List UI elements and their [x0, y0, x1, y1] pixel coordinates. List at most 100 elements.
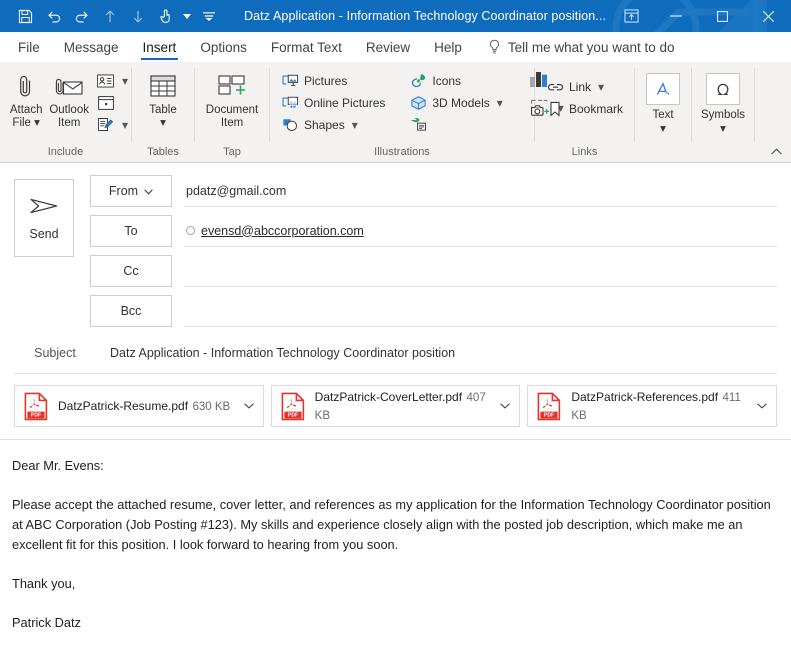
document-item-button[interactable]: Document Item: [197, 68, 267, 130]
smartart-button[interactable]: [406, 114, 505, 135]
cc-value[interactable]: [184, 255, 777, 287]
business-card-dropdown-icon[interactable]: ▾: [122, 74, 128, 88]
to-button[interactable]: To: [90, 215, 172, 247]
attachment-name: DatzPatrick-References.pdf: [571, 390, 719, 404]
pdf-file-icon: PDF: [280, 391, 306, 421]
attach-file-button[interactable]: Attach File ▾: [6, 68, 46, 130]
outlook-item-button[interactable]: Outlook Item: [46, 68, 92, 130]
body-signature: Patrick Datz: [12, 615, 81, 630]
body-greeting: Dear Mr. Evens:: [12, 458, 104, 473]
chevron-down-icon[interactable]: [754, 403, 770, 409]
collapse-ribbon-button[interactable]: [767, 142, 785, 160]
link-dropdown-icon[interactable]: ▾: [598, 80, 604, 94]
bcc-value[interactable]: [184, 295, 777, 327]
maximize-button[interactable]: [699, 0, 745, 32]
bookmark-button[interactable]: Bookmark: [543, 98, 626, 119]
message-body[interactable]: Dear Mr. Evens: Please accept the attach…: [0, 440, 791, 633]
ribbon-group-tables: Table ▾ Tables: [132, 62, 194, 162]
tab-insert[interactable]: Insert: [131, 32, 189, 62]
link-button[interactable]: Link ▾: [543, 76, 626, 97]
attachment-item[interactable]: PDF DatzPatrick-References.pdf 411 KB: [527, 385, 778, 427]
3d-models-dropdown-icon[interactable]: ▾: [497, 96, 503, 110]
text-button[interactable]: Text ▾: [635, 71, 691, 135]
link-icon: [546, 78, 564, 96]
chevron-up-icon: [770, 142, 782, 160]
text-dropdown-icon[interactable]: ▾: [660, 121, 666, 135]
calendar-icon: [97, 94, 115, 112]
shapes-dropdown-icon[interactable]: ▾: [352, 118, 358, 132]
undo-icon[interactable]: [40, 4, 67, 28]
tab-review[interactable]: Review: [354, 32, 422, 62]
redo-icon[interactable]: [68, 4, 95, 28]
move-up-icon[interactable]: [96, 4, 123, 28]
bcc-row: Bcc: [90, 295, 777, 335]
icons-label: Icons: [432, 73, 462, 88]
attachment-meta: DatzPatrick-CoverLetter.pdf 407 KB: [315, 388, 498, 424]
online-pictures-button[interactable]: Online Pictures: [278, 92, 388, 113]
table-button[interactable]: Table ▾: [137, 68, 189, 130]
shapes-button[interactable]: Shapes ▾: [278, 114, 388, 135]
symbols-dropdown-icon[interactable]: ▾: [720, 121, 726, 135]
subject-input[interactable]: Datz Application - Information Technolog…: [108, 337, 777, 369]
tell-me-search[interactable]: Tell me what you want to do: [474, 32, 675, 62]
to-label: To: [124, 224, 138, 238]
attachment-name: DatzPatrick-CoverLetter.pdf: [314, 390, 463, 404]
tab-file[interactable]: File: [6, 32, 52, 62]
shapes-icon: [281, 116, 299, 134]
tab-format-text[interactable]: Format Text: [259, 32, 354, 62]
cc-button[interactable]: Cc: [90, 255, 172, 287]
attachment-meta: DatzPatrick-Resume.pdf 630 KB: [58, 397, 241, 415]
pictures-icon: [281, 72, 299, 90]
icons-button[interactable]: Icons: [406, 70, 505, 91]
ribbon-display-options-button[interactable]: [609, 0, 653, 32]
online-pictures-label: Online Pictures: [304, 95, 386, 110]
from-value[interactable]: pdatz@gmail.com: [184, 175, 777, 207]
attach-file-label-2: File ▾: [12, 117, 40, 130]
tab-options[interactable]: Options: [188, 32, 259, 62]
calendar-button[interactable]: [94, 92, 131, 113]
customize-qat-icon[interactable]: [195, 4, 222, 28]
3d-models-label: 3D Models: [432, 95, 490, 110]
close-button[interactable]: [745, 0, 791, 32]
body-paragraph: Please accept the attached resume, cover…: [12, 497, 771, 552]
send-button[interactable]: Send: [14, 179, 74, 257]
bcc-label: Bcc: [120, 304, 142, 318]
from-button[interactable]: From: [90, 175, 172, 207]
quick-access-toolbar[interactable]: [0, 4, 222, 28]
recipient-address[interactable]: evensd@abccorporation.com: [201, 224, 364, 238]
pictures-label: Pictures: [304, 73, 348, 88]
minimize-button[interactable]: [653, 0, 699, 32]
chevron-down-icon[interactable]: [497, 403, 513, 409]
3d-models-button[interactable]: 3D Models ▾: [406, 92, 505, 113]
touch-mode-dropdown-icon[interactable]: [180, 4, 194, 28]
symbols-button[interactable]: Symbols ▾: [695, 71, 751, 135]
paperclip-icon: [14, 72, 38, 102]
chevron-down-icon[interactable]: ▾: [34, 117, 40, 130]
touch-mode-icon[interactable]: [152, 4, 179, 28]
tab-message[interactable]: Message: [52, 32, 131, 62]
signature-button[interactable]: ▾: [94, 114, 131, 135]
recipient-chip[interactable]: evensd@abccorporation.com: [186, 224, 364, 238]
attachment-item[interactable]: PDF DatzPatrick-Resume.pdf 630 KB: [14, 385, 264, 427]
outlook-item-label-1: Outlook: [49, 104, 89, 116]
to-value[interactable]: evensd@abccorporation.com: [184, 215, 777, 247]
symbols-label: Symbols: [700, 109, 746, 121]
recipient-fields: From pdatz@gmail.com To evensd@abccorpor…: [76, 175, 777, 335]
chevron-down-icon[interactable]: [144, 184, 153, 198]
chevron-down-icon[interactable]: [241, 403, 257, 409]
signature-dropdown-icon[interactable]: ▾: [122, 118, 128, 132]
attachment-name: DatzPatrick-Resume.pdf: [58, 399, 189, 413]
attachment-meta: DatzPatrick-References.pdf 411 KB: [571, 388, 754, 424]
bcc-button[interactable]: Bcc: [90, 295, 172, 327]
attachment-item[interactable]: PDF DatzPatrick-CoverLetter.pdf 407 KB: [270, 385, 521, 427]
move-down-icon[interactable]: [124, 4, 151, 28]
ribbon-separator: [754, 68, 755, 142]
tab-help[interactable]: Help: [422, 32, 474, 62]
pictures-button[interactable]: Pictures: [278, 70, 388, 91]
illustrations-column-1: Pictures Online Pictures Shapes ▾: [278, 68, 388, 135]
table-dropdown-icon[interactable]: ▾: [160, 117, 166, 130]
save-icon[interactable]: [12, 4, 39, 28]
ribbon-tab-bar[interactable]: File Message Insert Options Format Text …: [0, 32, 791, 62]
lightbulb-icon: [488, 39, 501, 55]
business-card-button[interactable]: ▾: [94, 70, 131, 91]
